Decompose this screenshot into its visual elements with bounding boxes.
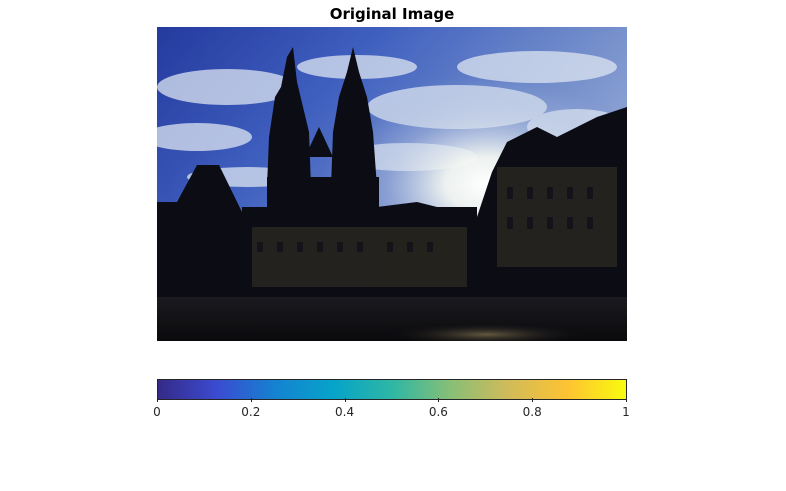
original-image [157,27,627,341]
colorbar-tick-label: 0.4 [335,405,355,419]
colorbar [157,379,627,400]
colorbar-axis: 0 0.2 0.4 0.6 0.8 1 [153,398,630,428]
colorbar-tick-mark [344,398,346,402]
colorbar-tick-label: 0.2 [241,405,261,419]
colorbar-tick-mark [157,398,158,402]
colorbar-tick-mark [438,398,440,402]
colorbar-tick-mark [532,398,534,402]
figure-title: Original Image [329,5,455,23]
colorbar-tick-label: 0.8 [522,405,542,419]
colorbar-tick-label: 0 [153,405,161,419]
colorbar-tick-label: 0.6 [428,405,448,419]
colorbar-tick-label: 1 [622,405,630,419]
photo-image [157,27,627,341]
colorbar-gradient [158,380,626,399]
colorbar-tick-mark [250,398,252,402]
colorbar-tick-mark [626,398,627,402]
